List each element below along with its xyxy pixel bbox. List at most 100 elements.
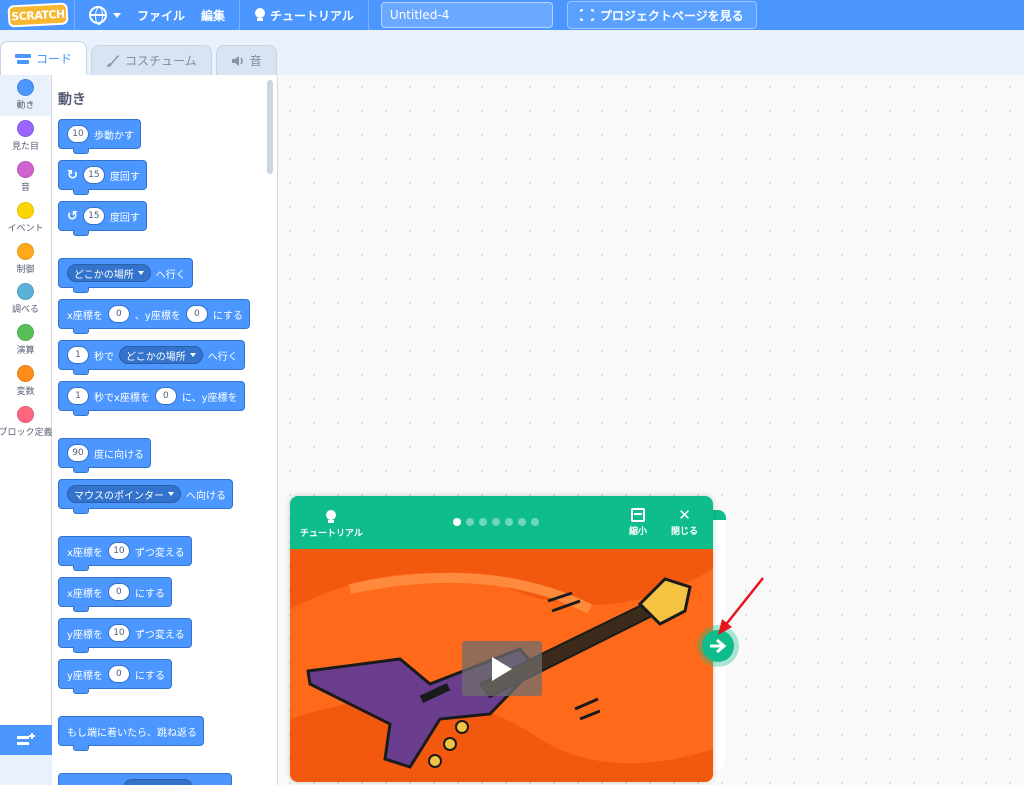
edit-menu[interactable]: 編集 (193, 0, 233, 30)
category-control[interactable]: 制御 (0, 238, 51, 279)
category-operators[interactable]: 演算 (0, 320, 51, 361)
tutorials-menu[interactable]: チュートリアル (246, 0, 362, 30)
y-input[interactable]: 0 (107, 665, 130, 683)
goto-xy-block[interactable]: x座標を 0 、y座標を 0 にする (58, 299, 250, 334)
remix-icon (579, 9, 594, 21)
dx-input[interactable]: 10 (107, 542, 130, 560)
annotation-arrow (718, 577, 764, 635)
category-label: 見た目 (11, 142, 39, 153)
step-dot[interactable] (492, 518, 500, 526)
shrink-button[interactable]: 縮小 (629, 508, 647, 537)
tutorial-video[interactable] (290, 549, 713, 782)
tab-label: コスチューム (125, 54, 197, 68)
step-indicator (453, 518, 539, 526)
my-blocks-dot-icon (17, 405, 34, 423)
close-button[interactable]: ✕ 閉じる (671, 506, 698, 538)
tutorial-card: チュートリアル 縮小 ✕ 閉じる (290, 496, 713, 782)
file-menu[interactable]: ファイル (129, 0, 193, 30)
category-sound[interactable]: 音 (0, 157, 51, 198)
block-text: ずつ変える (134, 629, 185, 641)
category-variables[interactable]: 変数 (0, 361, 51, 402)
menu-bar: SCRATCH ファイル 編集 チュートリアル Untitled-4 プロジェク… (0, 0, 1024, 30)
move-steps-block[interactable]: 10 歩動かす (58, 119, 141, 154)
sound-dot-icon (17, 160, 34, 178)
palette-scrollbar[interactable] (267, 80, 273, 174)
block-text: にする (212, 310, 243, 322)
menu-divider (74, 0, 75, 30)
step-dot[interactable] (531, 518, 539, 526)
language-menu[interactable] (81, 0, 129, 30)
glide-xy-block[interactable]: 1 秒でx座標を 0 に、y座標を (58, 381, 245, 416)
scratch-logo[interactable]: SCRATCH (7, 2, 69, 28)
steps-input[interactable]: 10 (67, 125, 89, 143)
block-text: x座標を (67, 310, 103, 322)
looks-dot-icon (17, 120, 34, 138)
add-extension-button[interactable] (0, 725, 52, 755)
block-text: にする (134, 670, 166, 682)
motion-dot-icon (17, 79, 34, 97)
goto-target-dropdown[interactable]: どこかの場所 (67, 264, 151, 282)
category-looks[interactable]: 見た目 (0, 116, 51, 157)
block-palette: 動き 10 歩動かす ↻ 15 度回す ↺ 15 度回す どこかの場所 へ行く … (52, 75, 278, 785)
step-dot[interactable] (479, 518, 487, 526)
tab-sounds[interactable]: 音 (215, 45, 277, 75)
change-x-block[interactable]: x座標を 10 ずつ変える (58, 536, 192, 571)
x-input[interactable]: 0 (107, 583, 130, 601)
category-label: 音 (20, 182, 30, 193)
towards-target-dropdown[interactable]: マウスのポインター (67, 485, 181, 503)
play-video-button[interactable] (462, 641, 542, 696)
category-menu: 動き 見た目 音 イベント 制御 調べる 演算 変数 ブロック定義 (0, 75, 53, 755)
point-towards-block[interactable]: マウスのポインター へ向ける (58, 479, 233, 514)
speaker-icon (231, 55, 243, 66)
tutorial-library-button[interactable]: チュートリアル (300, 510, 363, 539)
lightbulb-icon (325, 510, 337, 524)
seconds-input[interactable]: 1 (67, 387, 89, 405)
y-input[interactable]: 0 (185, 305, 208, 323)
change-y-block[interactable]: y座標を 10 ずつ変える (58, 618, 192, 653)
block-text: に、y座標を (181, 392, 238, 404)
lightbulb-icon (254, 8, 266, 22)
chevron-down-icon (189, 353, 196, 357)
rotation-style-dropdown[interactable] (123, 779, 193, 785)
palette-section-title: 動き (58, 92, 86, 108)
see-project-page-button[interactable]: プロジェクトページを見る (566, 1, 757, 29)
block-text: y座標を (67, 670, 103, 682)
direction-input[interactable]: 90 (67, 444, 89, 462)
tab-code[interactable]: コード (0, 41, 88, 75)
seconds-input[interactable]: 1 (67, 346, 89, 364)
set-x-block[interactable]: x座標を 0 にする (58, 577, 173, 612)
tutorial-card-header: チュートリアル 縮小 ✕ 閉じる (290, 496, 713, 549)
step-dot[interactable] (505, 518, 513, 526)
add-extension-icon (17, 733, 35, 745)
turn-right-block[interactable]: ↻ 15 度回す (58, 160, 147, 195)
block-text: へ行く (155, 269, 186, 281)
turn-left-block[interactable]: ↺ 15 度回す (58, 201, 147, 236)
category-label: 演算 (16, 346, 35, 357)
degrees-input[interactable]: 15 (82, 166, 105, 184)
step-dot[interactable] (466, 518, 474, 526)
category-sensing[interactable]: 調べる (0, 279, 51, 320)
step-dot[interactable] (518, 518, 526, 526)
menu-divider (239, 0, 241, 30)
glide-target-dropdown[interactable]: どこかの場所 (119, 346, 203, 364)
code-icon (15, 53, 31, 64)
degrees-input[interactable]: 15 (82, 207, 105, 225)
dy-input[interactable]: 10 (107, 624, 130, 642)
goto-block[interactable]: どこかの場所 へ行く (58, 258, 193, 293)
close-icon: ✕ (678, 506, 691, 524)
category-my-blocks[interactable]: ブロック定義 (0, 401, 53, 442)
x-input[interactable]: 0 (154, 387, 177, 405)
category-events[interactable]: イベント (0, 197, 51, 238)
block-text: 度に向ける (94, 449, 144, 461)
x-input[interactable]: 0 (107, 305, 130, 323)
bounce-block[interactable]: もし端に着いたら、跳ね返る (58, 716, 204, 751)
project-title-input[interactable]: Untitled-4 (380, 2, 553, 28)
step-dot[interactable] (453, 518, 461, 526)
point-direction-block[interactable]: 90 度に向ける (58, 438, 151, 473)
rotation-style-block[interactable] (58, 773, 232, 785)
category-motion[interactable]: 動き (0, 75, 51, 116)
glide-to-block[interactable]: 1 秒で どこかの場所 へ行く (58, 340, 245, 375)
block-text: x座標を (67, 588, 103, 600)
tab-costumes[interactable]: コスチューム (91, 45, 212, 75)
set-y-block[interactable]: y座標を 0 にする (58, 659, 173, 694)
